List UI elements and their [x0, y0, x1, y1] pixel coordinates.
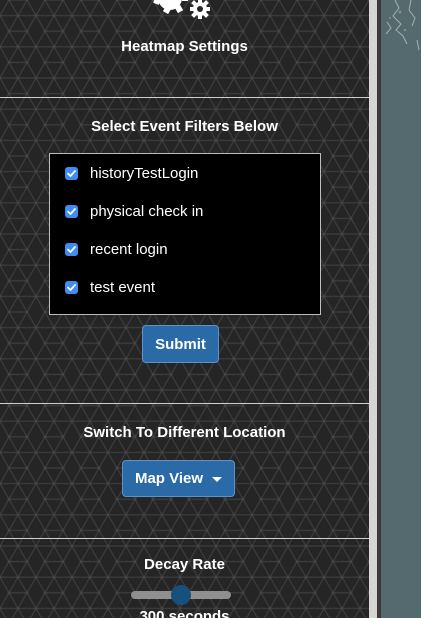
- map-view[interactable]: [381, 0, 421, 618]
- switch-location-heading: Switch To Different Location: [83, 424, 286, 441]
- decay-rate-heading: Decay Rate: [144, 556, 225, 573]
- filter-item-historytestlogin[interactable]: historyTestLogin: [65, 162, 198, 184]
- caret-down-icon: [212, 477, 223, 482]
- check-icon: [67, 207, 76, 215]
- filter-label: test event: [90, 278, 156, 296]
- checkbox[interactable]: [65, 166, 78, 180]
- decay-rate-value: 300 seconds: [139, 608, 230, 618]
- check-icon: [67, 169, 76, 177]
- settings-panel: Heatmap Settings Select Event Filters Be…: [0, 0, 369, 618]
- dropdown-label: Map View: [134, 470, 204, 487]
- event-filter-list: historyTestLogin physical check in recen…: [49, 153, 321, 315]
- gears-icon: [148, 0, 218, 20]
- divider: [0, 97, 369, 98]
- check-icon: [67, 245, 76, 253]
- app-root: Heatmap Settings Select Event Filters Be…: [0, 0, 421, 618]
- filter-label: historyTestLogin: [90, 164, 199, 182]
- filter-label: physical check in: [90, 202, 204, 220]
- check-icon: [67, 283, 76, 291]
- map-view-dropdown[interactable]: Map View: [122, 460, 235, 497]
- filter-item-physical-check-in[interactable]: physical check in: [65, 200, 203, 222]
- checkbox[interactable]: [65, 242, 78, 256]
- filter-label: recent login: [90, 240, 168, 258]
- checkbox[interactable]: [65, 280, 78, 294]
- decay-rate-slider-thumb[interactable]: [171, 585, 191, 605]
- submit-button[interactable]: Submit: [142, 325, 219, 363]
- map-coastline: [385, 0, 420, 51]
- filter-item-test-event[interactable]: test event: [65, 276, 155, 298]
- filter-item-recent-login[interactable]: recent login: [65, 238, 168, 260]
- panel-resize-handle[interactable]: [369, 0, 377, 618]
- divider: [0, 538, 369, 539]
- divider: [0, 403, 369, 404]
- heatmap-settings-title: Heatmap Settings: [121, 38, 248, 55]
- event-filters-heading: Select Event Filters Below: [91, 118, 278, 135]
- checkbox[interactable]: [65, 204, 78, 218]
